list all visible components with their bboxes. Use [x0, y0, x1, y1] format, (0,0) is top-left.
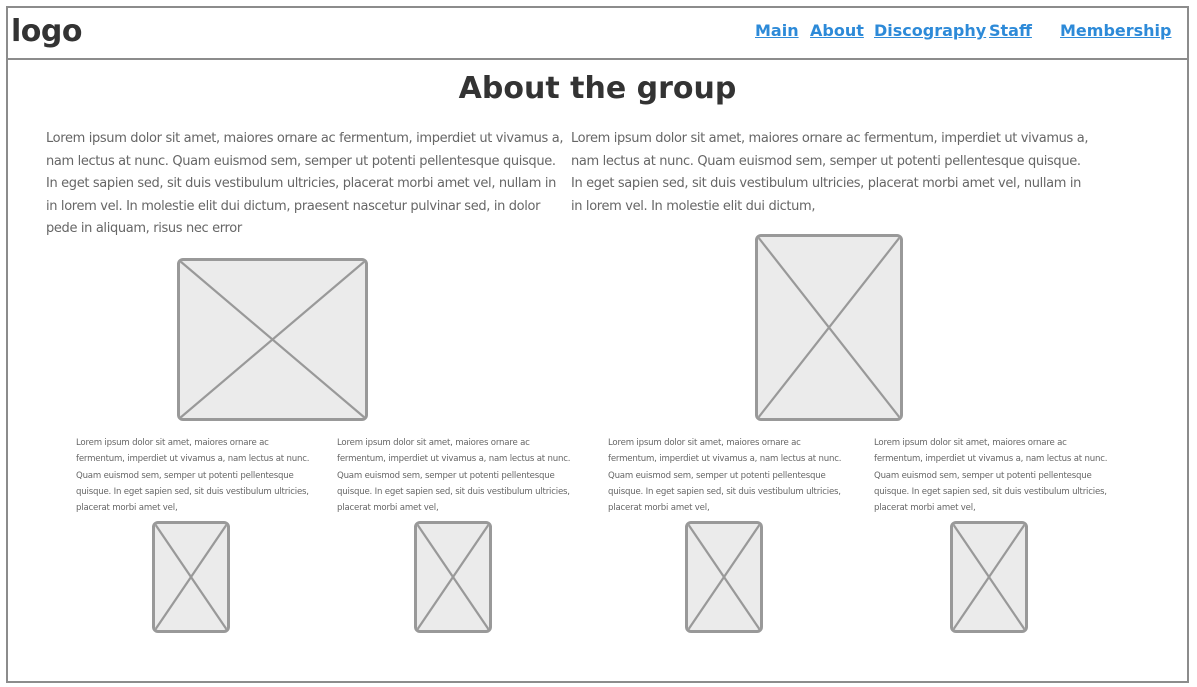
nav-link-staff[interactable]: Staff	[989, 21, 1032, 40]
page-title: About the group	[458, 71, 737, 106]
image-placeholder-icon	[953, 524, 1025, 630]
nav-link-about[interactable]: About	[810, 21, 864, 40]
image-placeholder-icon	[688, 524, 760, 630]
image-placeholder-right	[755, 234, 903, 421]
card-image-placeholder-4	[950, 521, 1028, 633]
image-placeholder-left	[177, 258, 368, 421]
card-text-4: Lorem ipsum dolor sit amet, maiores orna…	[874, 438, 1108, 514]
intro-text-right: Lorem ipsum dolor sit amet, maiores orna…	[571, 131, 1089, 214]
intro-text-left: Lorem ipsum dolor sit amet, maiores orna…	[46, 131, 564, 236]
card-text-1: Lorem ipsum dolor sit amet, maiores orna…	[76, 438, 310, 514]
card-text-3: Lorem ipsum dolor sit amet, maiores orna…	[608, 438, 842, 514]
card-image-placeholder-1	[152, 521, 230, 633]
nav-link-discography[interactable]: Discography	[874, 21, 986, 40]
page-frame: logo Main About Discography Staff Member…	[6, 6, 1189, 683]
card-image-placeholder-2	[414, 521, 492, 633]
nav-link-main[interactable]: Main	[755, 21, 799, 40]
image-placeholder-icon	[155, 524, 227, 630]
image-placeholder-icon	[758, 237, 900, 418]
image-placeholder-icon	[417, 524, 489, 630]
image-placeholder-icon	[180, 261, 365, 418]
card-image-placeholder-3	[685, 521, 763, 633]
card-text-2: Lorem ipsum dolor sit amet, maiores orna…	[337, 438, 571, 514]
header: logo Main About Discography Staff Member…	[8, 8, 1187, 60]
logo[interactable]: logo	[11, 14, 82, 49]
nav-link-membership[interactable]: Membership	[1060, 21, 1172, 40]
